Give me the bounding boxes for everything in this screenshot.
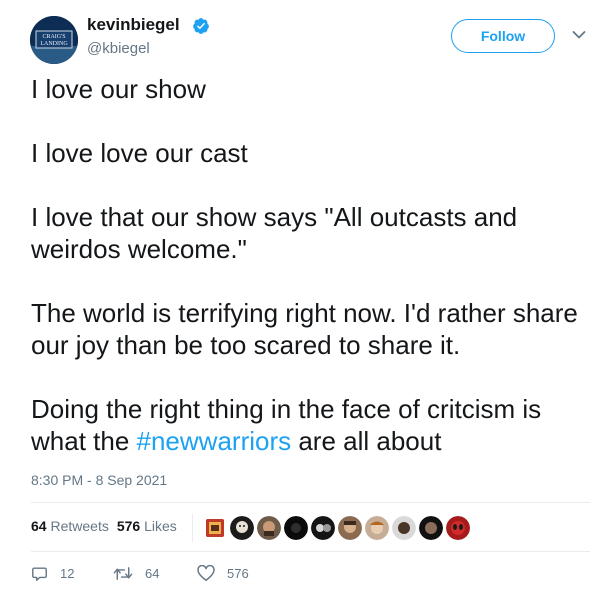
avatar-image bbox=[284, 516, 308, 540]
tweet-paragraph: I love our show bbox=[31, 74, 206, 104]
retweets-stat[interactable]: 64 Retweets bbox=[31, 518, 109, 534]
liker-avatar[interactable] bbox=[311, 516, 335, 540]
tweet-timestamp[interactable]: 8:30 PM - 8 Sep 2021 bbox=[31, 472, 167, 488]
divider bbox=[31, 551, 590, 552]
tweet-actions: 12 64 576 bbox=[31, 563, 277, 583]
liker-avatar[interactable] bbox=[419, 516, 443, 540]
likes-label: Likes bbox=[144, 518, 177, 534]
tweet-paragraph-last: Doing the right thing in the face of cri… bbox=[31, 393, 591, 457]
liker-avatar[interactable] bbox=[230, 516, 254, 540]
liker-avatars bbox=[192, 514, 473, 542]
reply-count: 12 bbox=[60, 565, 75, 581]
like-button[interactable]: 576 bbox=[197, 564, 277, 582]
avatar-image bbox=[338, 516, 362, 540]
avatar-image bbox=[257, 516, 281, 540]
liker-avatar[interactable] bbox=[257, 516, 281, 540]
reply-icon bbox=[32, 566, 47, 581]
divider bbox=[31, 502, 590, 503]
tweet-paragraph: I love that our show says "All outcasts … bbox=[31, 202, 518, 264]
avatar-image bbox=[230, 516, 254, 540]
follow-button[interactable]: Follow bbox=[451, 19, 555, 53]
chevron-down-icon[interactable] bbox=[572, 30, 586, 40]
liker-avatar[interactable] bbox=[338, 516, 362, 540]
heart-icon bbox=[197, 564, 215, 581]
retweets-count: 64 bbox=[31, 518, 47, 534]
retweet-button[interactable]: 64 bbox=[113, 565, 197, 582]
avatar-image bbox=[365, 516, 389, 540]
avatar-image: CRAIG'S LANDING bbox=[30, 16, 78, 64]
like-count: 576 bbox=[227, 565, 249, 581]
tweet-paragraph: I love love our cast bbox=[31, 138, 248, 168]
avatar-image bbox=[311, 516, 335, 540]
liker-avatar[interactable] bbox=[365, 516, 389, 540]
liker-avatar[interactable] bbox=[203, 516, 227, 540]
retweet-count: 64 bbox=[145, 565, 160, 581]
reply-button[interactable]: 12 bbox=[31, 565, 113, 582]
author-display-name[interactable]: kevinbiegel bbox=[87, 15, 180, 35]
hashtag-link[interactable]: #newwarriors bbox=[137, 426, 292, 456]
verified-badge-icon bbox=[193, 18, 209, 34]
liker-avatar[interactable] bbox=[446, 516, 470, 540]
retweets-label: Retweets bbox=[50, 518, 109, 534]
author-handle[interactable]: @kbiegel bbox=[87, 40, 150, 57]
likes-stat[interactable]: 576 Likes bbox=[117, 518, 177, 534]
avatar-image bbox=[419, 516, 443, 540]
avatar-text-2: LANDING bbox=[40, 41, 68, 47]
avatar-image bbox=[446, 516, 470, 540]
liker-avatar[interactable] bbox=[392, 516, 416, 540]
avatar-image bbox=[392, 516, 416, 540]
liker-avatar[interactable] bbox=[284, 516, 308, 540]
likes-count: 576 bbox=[116, 518, 141, 534]
avatar-image bbox=[203, 516, 227, 540]
avatar-text-1: CRAIG'S bbox=[42, 34, 65, 40]
author-avatar[interactable]: CRAIG'S LANDING bbox=[30, 16, 78, 64]
tweet-text: I love our show I love love our cast I l… bbox=[31, 73, 591, 457]
tweet-text-segment: are all about bbox=[291, 426, 442, 456]
retweet-icon bbox=[113, 566, 133, 580]
engagement-stats: 64 Retweets 576 Likes bbox=[31, 518, 185, 534]
tweet-paragraph: The world is terrifying right now. I'd r… bbox=[31, 298, 578, 360]
tweet-card: CRAIG'S LANDING kevinbiegel @kbiegel Fol… bbox=[0, 0, 610, 600]
